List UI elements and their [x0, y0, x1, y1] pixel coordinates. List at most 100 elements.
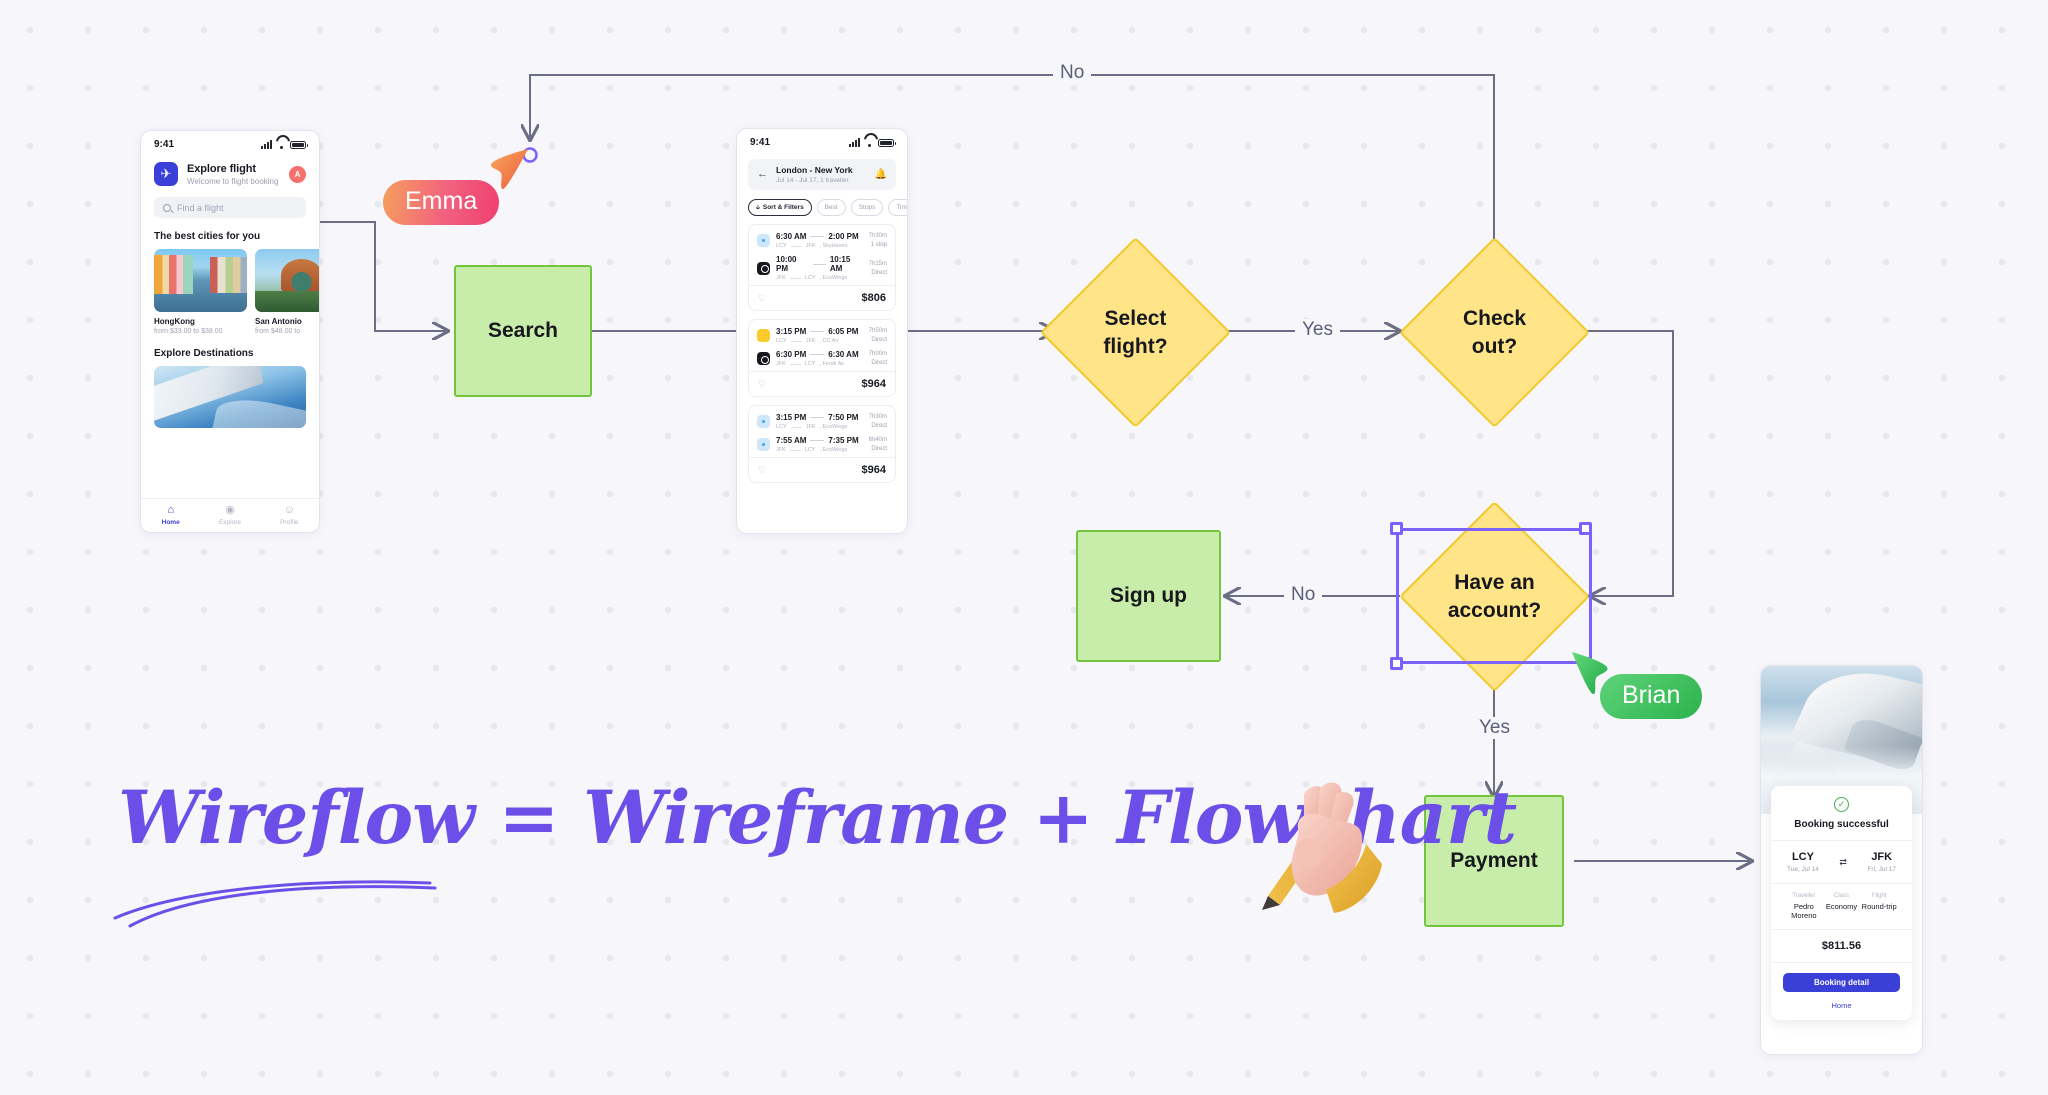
leg-dash — [810, 354, 825, 355]
booking-success-title: Booking successful — [1771, 819, 1912, 841]
city-card[interactable]: HongKong from $33.00 to $38.00 — [154, 249, 247, 335]
leg-airline: , SkyHaven — [819, 243, 848, 249]
node-check-out[interactable]: Check out? — [1399, 237, 1590, 428]
airline-logo-icon — [757, 234, 770, 247]
home-link[interactable]: Home — [1771, 1001, 1912, 1010]
phone-mockup-results[interactable]: 9:41 ← London - New York Jul 14 - Jul 17… — [736, 128, 908, 534]
leg-stops: Direct — [871, 269, 887, 276]
meta-key-traveller: Traveller — [1792, 893, 1816, 899]
leg-from: LCY — [776, 243, 787, 249]
cursor-label-emma: Emma — [383, 180, 500, 225]
flight-price: $964 — [861, 464, 886, 476]
leg-dash — [812, 263, 826, 265]
swap-icon: ⇄ — [1839, 856, 1847, 867]
heart-icon[interactable]: ♡ — [758, 293, 766, 304]
leg-to: JFK — [805, 338, 816, 344]
node-sign-up[interactable]: Sign up — [1076, 530, 1221, 662]
filter-chips: ⫝ Sort & Filters Best Stops Time — [737, 190, 907, 216]
route-summary: LCY Tue, Jul 14 ⇄ JFK Fri, Jul 17 — [1771, 841, 1912, 884]
meta-key-class: Class — [1834, 893, 1850, 899]
avatar[interactable]: A — [289, 165, 306, 183]
bell-icon[interactable]: 🔔 — [875, 169, 887, 180]
chip-label: Stops — [858, 204, 876, 211]
signal-icon — [261, 139, 272, 149]
battery-icon — [878, 138, 896, 147]
selection-handle-top-right[interactable] — [1579, 522, 1592, 535]
leg-duration: 7h30m — [868, 233, 887, 239]
booking-detail-button[interactable]: Booking detail — [1783, 973, 1900, 992]
leg-stops: Direct — [871, 360, 887, 366]
best-cities-title: The best cities for you — [154, 231, 261, 242]
chip-stops[interactable]: Stops — [850, 199, 884, 216]
search-input[interactable]: Find a flight — [154, 197, 306, 218]
meta-value-flight: Round-trip — [1861, 902, 1897, 911]
city-card[interactable]: San Antonio from $48.00 to — [255, 249, 319, 335]
flight-leg: 3:15 PM 6:05 PM LCY JFK , CC Air 7h50m — [749, 320, 895, 348]
leg-duration: 7h00m — [868, 351, 887, 357]
arrow-left-icon[interactable]: ← — [757, 169, 768, 180]
city-name: San Antonio — [255, 317, 302, 326]
leg-airline: , EcoWings — [819, 275, 848, 281]
chip-sort-filters[interactable]: ⫝ Sort & Filters — [748, 199, 812, 216]
node-have-account[interactable]: Have an account? — [1399, 501, 1590, 692]
booking-success-card: ✓ Booking successful LCY Tue, Jul 14 ⇄ J… — [1771, 786, 1912, 1020]
tab-profile[interactable]: ☺ Profile — [260, 505, 319, 527]
node-check-out-label: Check out? — [1462, 307, 1527, 358]
flight-price: $806 — [861, 292, 886, 304]
node-select-flight[interactable]: Select flight? — [1040, 237, 1231, 428]
airline-logo-icon — [757, 329, 770, 342]
flight-leg: 6:30 AM 2:00 PM LCY JFK , SkyHaven 7h30m — [749, 225, 895, 253]
app-subtitle: Welcome to flight booking — [187, 176, 279, 186]
leg-arrive-time: 2:00 PM — [828, 232, 859, 241]
leg-stops: Direct — [871, 423, 887, 429]
node-search[interactable]: Search — [454, 265, 592, 397]
wifi-icon — [276, 141, 286, 149]
leg-from: LCY — [776, 424, 787, 430]
leg-depart-time: 10:00 PM — [776, 255, 797, 273]
selection-handle-bottom-left[interactable] — [1390, 657, 1403, 670]
chip-best[interactable]: Best — [816, 199, 846, 216]
flight-card[interactable]: 6:30 AM 2:00 PM LCY JFK , SkyHaven 7h30m — [748, 224, 896, 311]
tab-home[interactable]: ⌂ Home — [141, 504, 200, 527]
heart-icon[interactable]: ♡ — [758, 379, 766, 390]
leg-dash — [789, 277, 801, 279]
search-summary-bar[interactable]: ← London - New York Jul 14 - Jul 17, 1 t… — [748, 159, 896, 190]
leg-dash — [790, 426, 802, 428]
status-time: 9:41 — [750, 137, 771, 148]
heart-icon[interactable]: ♡ — [758, 465, 766, 476]
flight-card[interactable]: 3:15 PM 7:50 PM LCY JFK , EcoWings 7h30m — [748, 405, 896, 483]
leg-airline: , Fendi Air — [819, 361, 845, 367]
total-price: $811.56 — [1771, 930, 1912, 963]
leg-from: LCY — [776, 338, 787, 344]
phone-mockup-booking-success[interactable]: ✓ Booking successful LCY Tue, Jul 14 ⇄ J… — [1760, 665, 1923, 1055]
leg-airline: , EcoWings — [819, 447, 848, 453]
leg-dash — [789, 449, 801, 451]
flight-price: $964 — [861, 378, 886, 390]
city-image — [255, 249, 319, 312]
origin-code: LCY — [1791, 851, 1814, 863]
app-title: Explore flight — [187, 162, 256, 175]
flight-card[interactable]: 3:15 PM 6:05 PM LCY JFK , CC Air 7h50m — [748, 319, 896, 397]
filter-icon: ⫝ — [756, 203, 760, 211]
check-circle-icon: ✓ — [1834, 797, 1849, 812]
leg-dash — [789, 363, 801, 365]
battery-icon — [290, 140, 308, 149]
leg-stops: Direct — [871, 337, 887, 343]
node-select-flight-label: Select flight? — [1103, 307, 1168, 358]
route-details: Jul 14 - Jul 17, 1 traveller — [776, 177, 849, 184]
chip-label: Time — [896, 204, 907, 211]
home-icon: ⌂ — [167, 504, 174, 516]
leg-airline: , EcoWings — [819, 424, 848, 430]
wireflow-canvas: No Yes No Yes Search Select flight? Chec… — [0, 0, 2048, 1095]
tab-explore[interactable]: ◉ Explore — [200, 505, 259, 527]
chip-time[interactable]: Time — [888, 199, 907, 216]
phone-mockup-explore[interactable]: 9:41 ✈ Explore flight Welcome to flight … — [140, 130, 320, 533]
booking-meta: Traveller Pedro Moreno Class Economy Fli… — [1771, 884, 1912, 930]
meta-value-class: Economy — [1825, 902, 1858, 911]
selection-handle-top-left[interactable] — [1390, 522, 1403, 535]
city-name: HongKong — [154, 317, 195, 326]
wifi-icon — [864, 139, 874, 147]
destination-image[interactable] — [154, 366, 306, 428]
flight-leg: 6:30 PM 6:30 AM JFK LCY , Fendi Air 7h00… — [749, 348, 895, 371]
meta-key-flight: Flight — [1871, 893, 1887, 899]
